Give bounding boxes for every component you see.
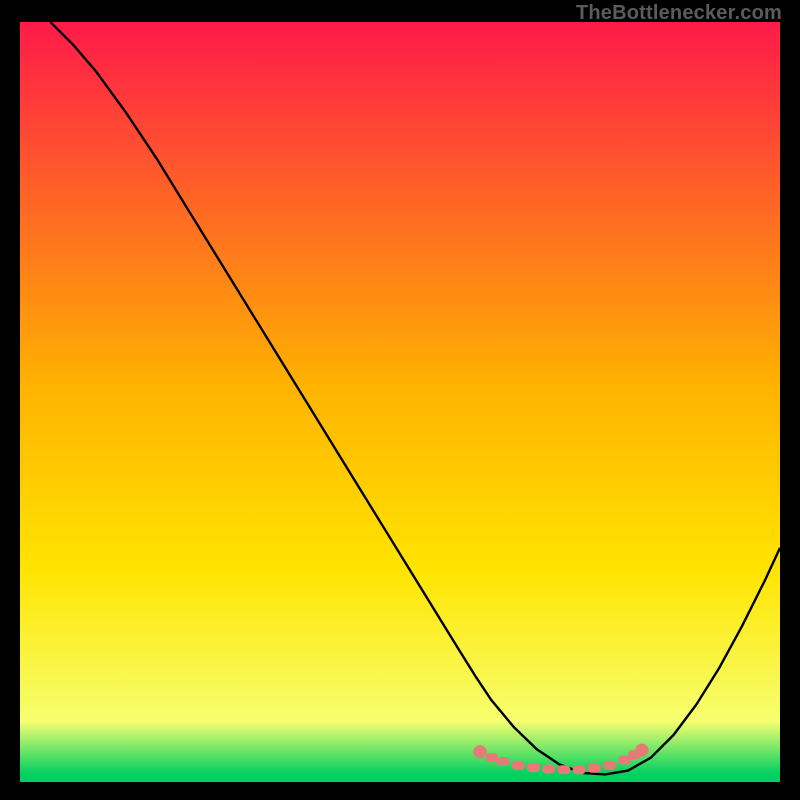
marker-dot [557,765,570,774]
watermark-text: TheBottlenecker.com [576,2,782,25]
chart-svg [20,22,780,782]
plot-area [20,22,780,782]
marker-dot [512,761,525,770]
marker-dot [497,757,510,766]
marker-dot [603,761,616,770]
marker-dot [588,764,601,773]
gradient-background [20,22,780,782]
marker-dot [485,753,498,762]
chart-frame: TheBottlenecker.com [0,0,800,800]
marker-end [635,744,648,757]
marker-dot [542,765,555,774]
marker-end [473,745,486,758]
marker-dot [527,763,540,772]
marker-dot [573,765,586,774]
